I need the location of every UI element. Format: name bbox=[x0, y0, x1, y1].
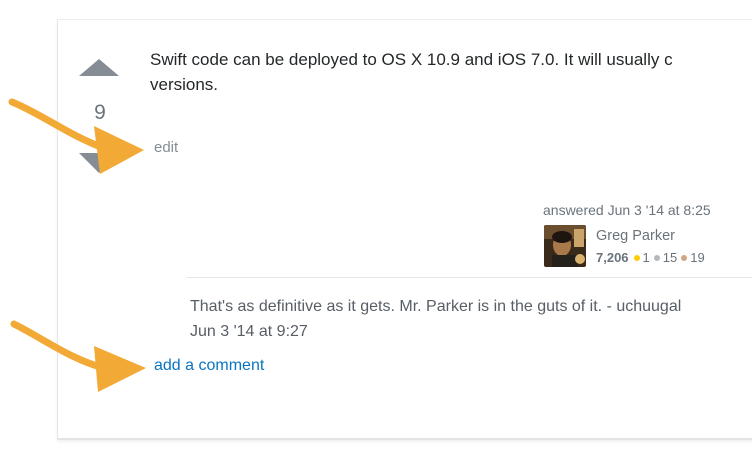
silver-badge-count: 15 bbox=[662, 250, 678, 265]
gold-badge: 1 bbox=[633, 250, 650, 265]
gold-badge-count: 1 bbox=[642, 250, 650, 265]
comment-date[interactable]: Jun 3 '14 at 9:27 bbox=[190, 319, 752, 344]
reputation-score: 7,206 bbox=[596, 250, 629, 265]
upvote-triangle-icon[interactable] bbox=[79, 59, 119, 77]
bronze-badge-count: 19 bbox=[690, 250, 705, 265]
comment-text: That's as definitive as it gets. Mr. Par… bbox=[190, 298, 682, 315]
answer-body: Swift code can be deployed to OS X 10.9 … bbox=[150, 47, 752, 97]
bronze-badge: 19 bbox=[681, 250, 705, 265]
user-name-link[interactable]: Greg Parker bbox=[596, 228, 675, 244]
answer-line-1: Swift code can be deployed to OS X 10.9 … bbox=[150, 50, 673, 69]
user-avatar[interactable] bbox=[544, 225, 586, 267]
add-comment-link[interactable]: add a comment bbox=[154, 357, 264, 375]
edit-link[interactable]: edit bbox=[154, 139, 178, 156]
annotation-arrow-icon bbox=[8, 98, 144, 174]
silver-badge: 15 bbox=[653, 250, 678, 265]
gold-badge-dot-icon bbox=[633, 254, 640, 261]
answered-timestamp: answered Jun 3 '14 at 8:25 bbox=[543, 202, 711, 218]
comment-item: That's as definitive as it gets. Mr. Par… bbox=[190, 294, 752, 344]
answer-line-2: versions. bbox=[150, 75, 219, 94]
bronze-badge-dot-icon bbox=[681, 254, 688, 261]
annotation-arrow-icon bbox=[10, 320, 146, 392]
silver-badge-dot-icon bbox=[653, 254, 660, 261]
user-stats: 7,206 1 15 19 bbox=[596, 250, 709, 265]
comments-divider bbox=[187, 277, 752, 278]
